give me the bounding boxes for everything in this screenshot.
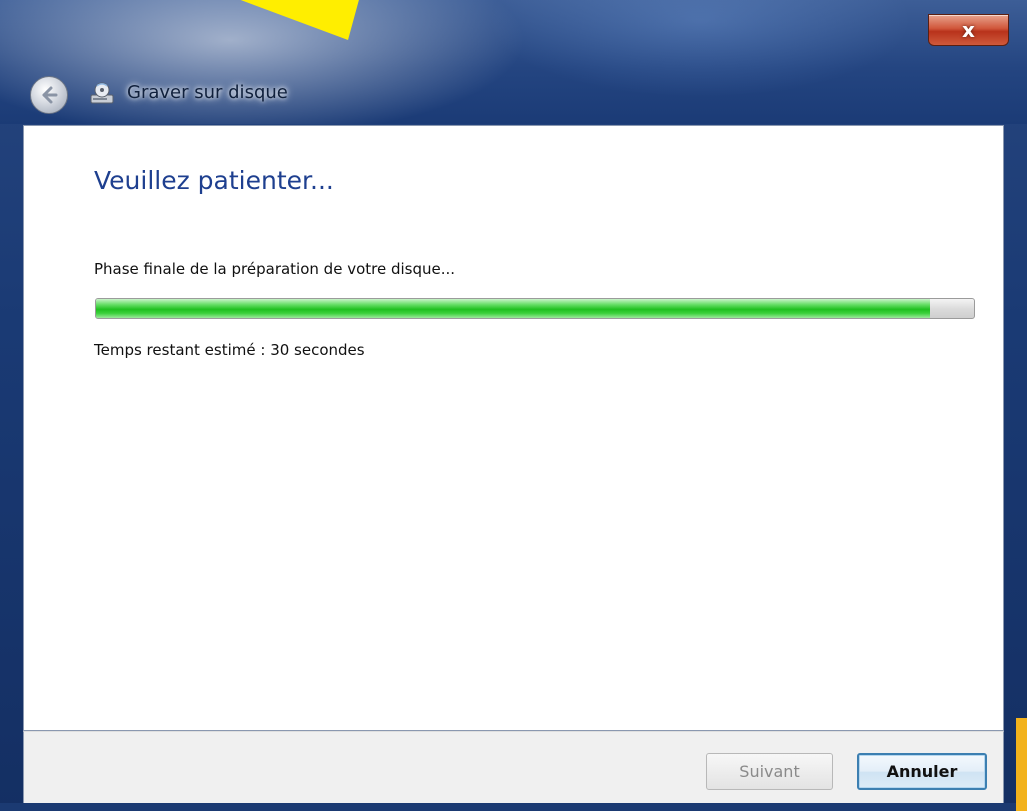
annotation-marker (1016, 718, 1027, 811)
content-panel: Veuillez patienter... Phase finale de la… (23, 125, 1004, 731)
burn-disc-icon (90, 82, 114, 104)
close-button[interactable]: x (928, 14, 1009, 46)
status-text: Phase finale de la préparation de votre … (94, 260, 456, 278)
title-bar (0, 0, 1027, 124)
progress-bar-fill (96, 299, 931, 318)
close-icon: x (962, 18, 975, 42)
window-frame-bottom (0, 803, 1027, 811)
next-button[interactable]: Suivant (706, 753, 833, 790)
progress-bar (95, 298, 975, 319)
back-button[interactable] (30, 76, 68, 114)
annotation-arrow-icon (240, 0, 359, 40)
time-remaining-text: Temps restant estimé : 30 secondes (94, 341, 365, 359)
cancel-button[interactable]: Annuler (857, 753, 987, 790)
footer-bar: Suivant Annuler (23, 731, 1004, 803)
window-title: Graver sur disque (127, 82, 288, 103)
burn-disc-window: x Graver sur disque Veuillez patienter..… (0, 0, 1027, 811)
page-heading: Veuillez patienter... (94, 166, 334, 195)
back-arrow-icon (42, 86, 58, 104)
